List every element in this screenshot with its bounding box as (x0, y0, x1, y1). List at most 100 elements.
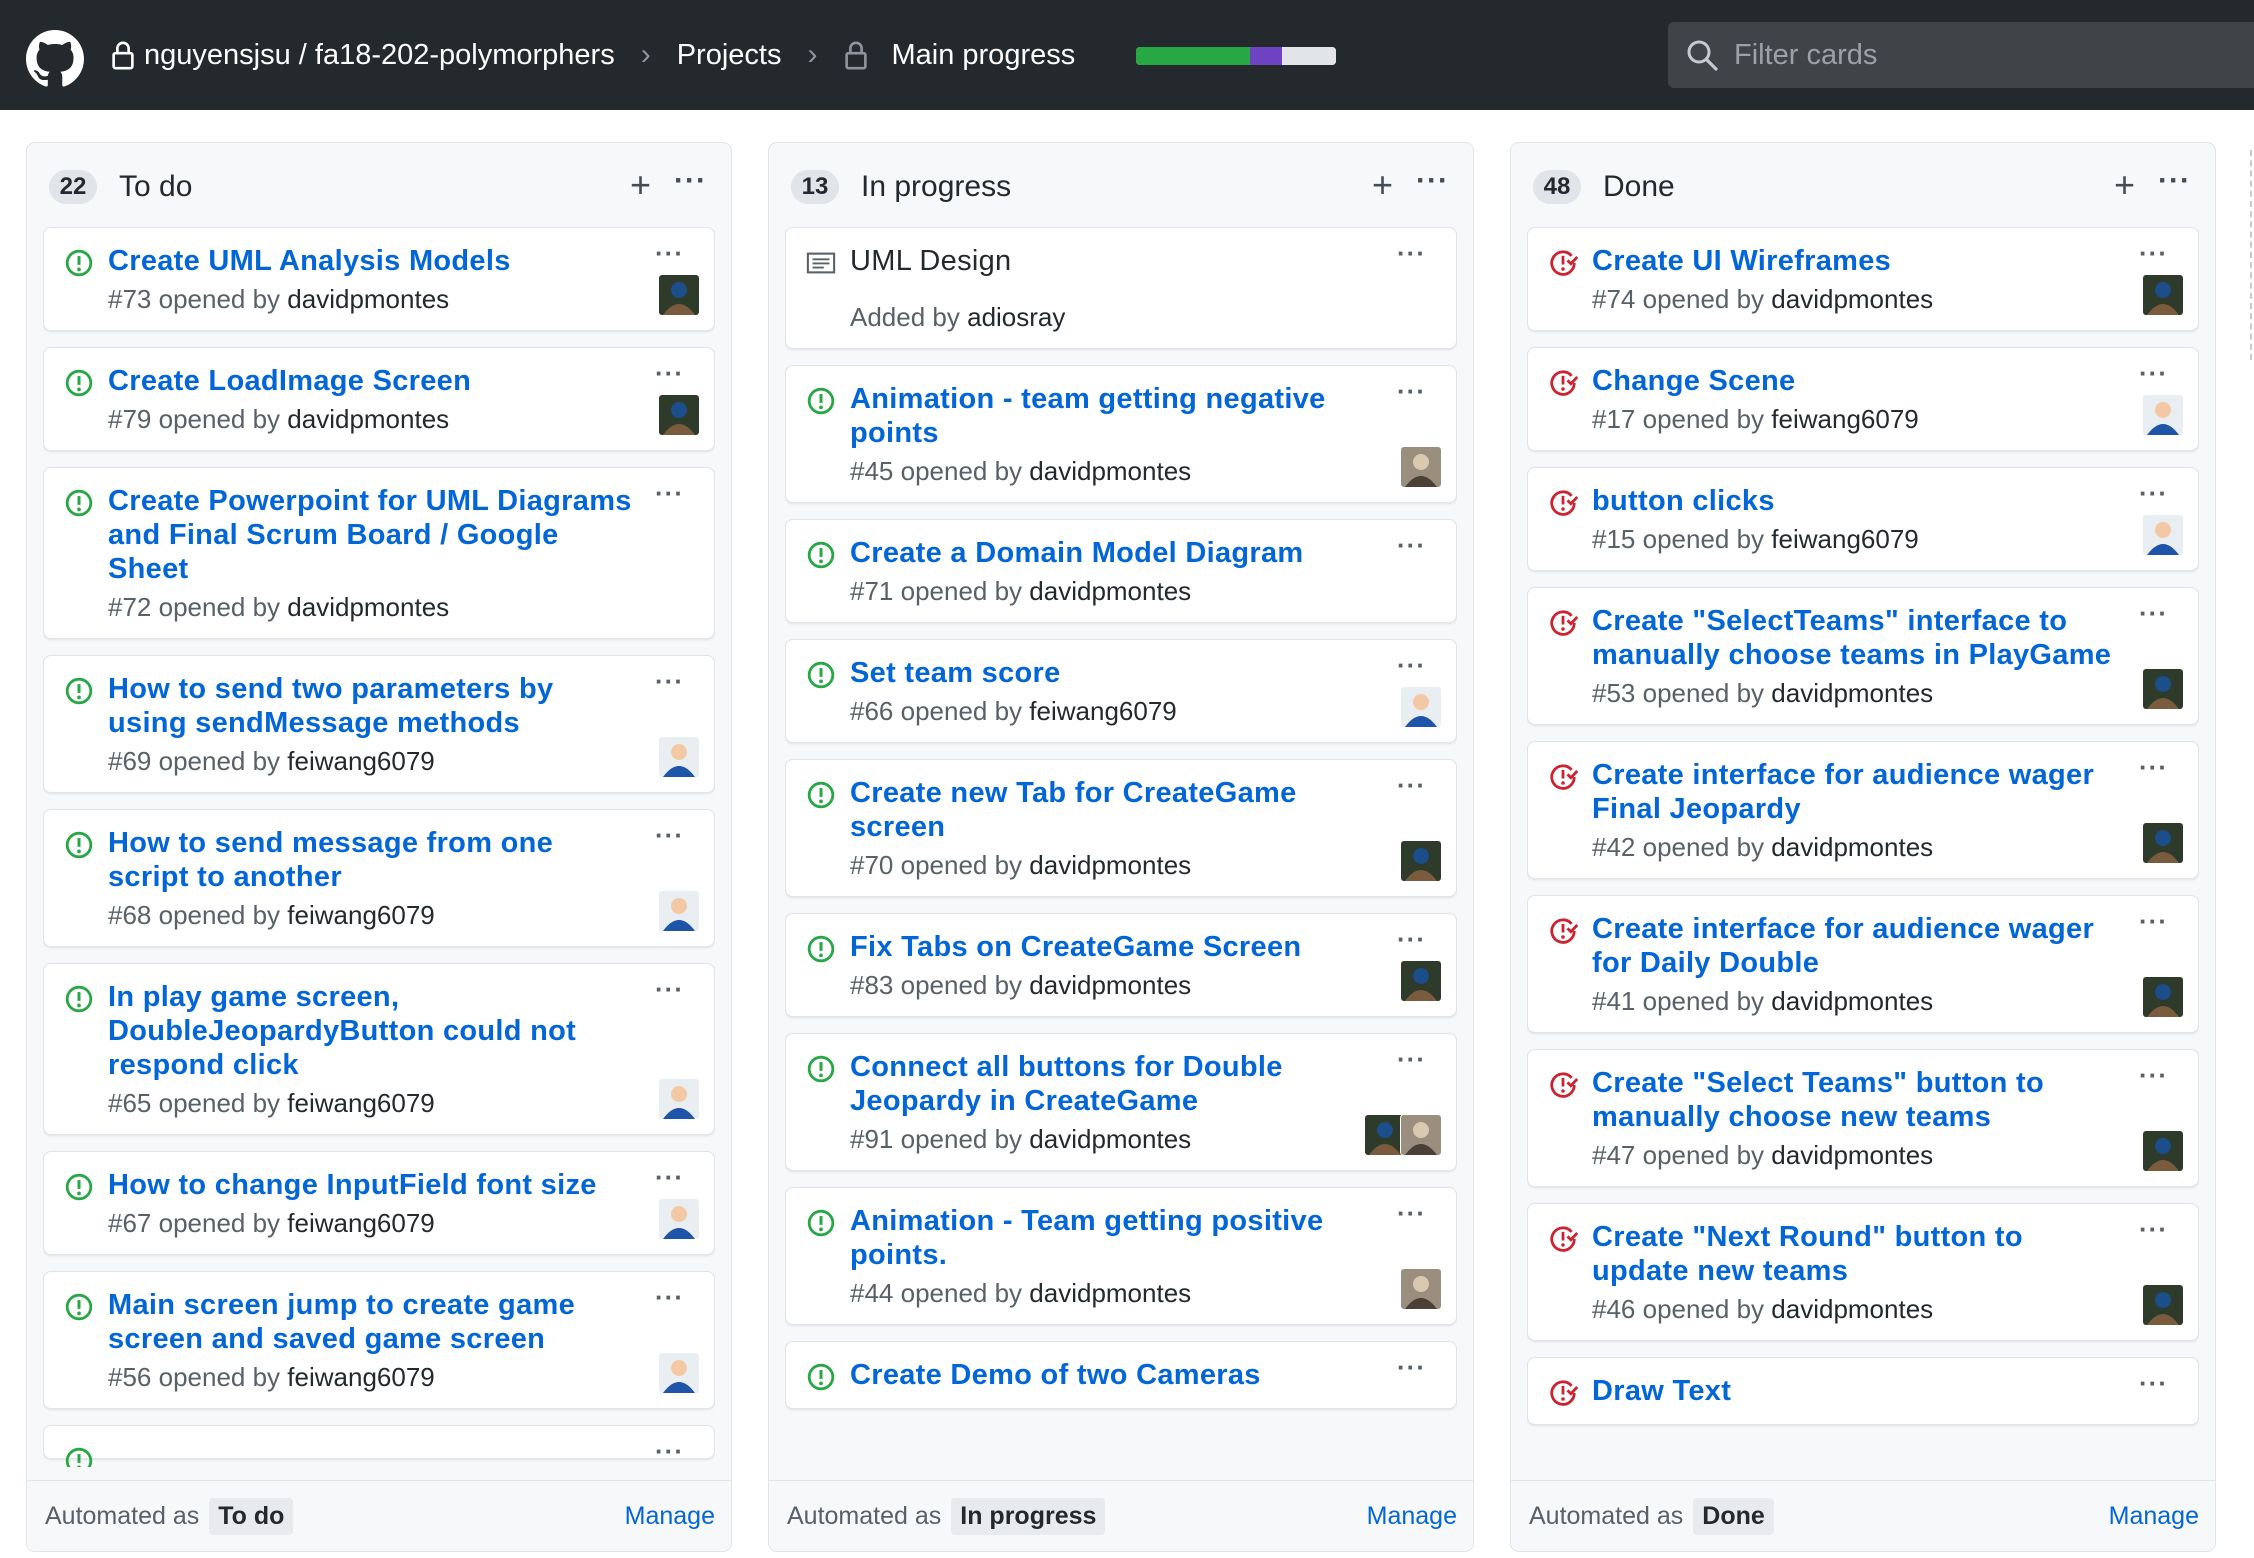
card-menu-icon[interactable]: ··· (655, 238, 684, 269)
manage-automation-link[interactable]: Manage (2109, 1502, 2199, 1531)
card-menu-icon[interactable]: ··· (655, 666, 684, 697)
avatar[interactable] (2142, 394, 2184, 436)
issue-card[interactable]: How to send message from one script to a… (43, 809, 715, 947)
card-title[interactable]: Fix Tabs on CreateGame Screen (850, 930, 1382, 964)
card-author-link[interactable]: davidpmontes (1771, 1140, 1933, 1170)
card-title[interactable]: Create LoadImage Screen (108, 364, 640, 398)
avatar[interactable] (2142, 1130, 2184, 1172)
card-title[interactable]: Create "Next Round" button to update new… (1592, 1220, 2124, 1288)
card-title[interactable]: Change Scene (1592, 364, 2124, 398)
manage-automation-link[interactable]: Manage (625, 1502, 715, 1531)
column-title[interactable]: To do (119, 170, 192, 204)
add-card-icon[interactable]: + (2114, 165, 2135, 205)
avatar[interactable] (658, 736, 700, 778)
issue-card[interactable]: Create UML Analysis Models #73 opened by … (43, 227, 715, 331)
card-author-link[interactable]: davidpmontes (1029, 970, 1191, 1000)
column-menu-icon[interactable]: ··· (674, 161, 707, 201)
avatar[interactable] (658, 890, 700, 932)
column-menu-icon[interactable]: ··· (1416, 161, 1449, 201)
card-author-link[interactable]: feiwang6079 (1771, 524, 1918, 554)
issue-card[interactable]: Set team score #66 opened by feiwang6079 ·… (785, 639, 1457, 743)
card-title[interactable]: Create "Select Teams" button to manually… (1592, 1066, 2124, 1134)
card-menu-icon[interactable]: ··· (1397, 1198, 1426, 1229)
card-author-link[interactable]: davidpmontes (1771, 678, 1933, 708)
issue-card[interactable]: Animation - Team getting positive points… (785, 1187, 1457, 1325)
avatar[interactable] (1400, 960, 1442, 1002)
card-menu-icon[interactable]: ··· (1397, 924, 1426, 955)
card-author-link[interactable]: davidpmontes (1029, 850, 1191, 880)
card-title[interactable]: Main screen jump to create game screen a… (108, 1288, 640, 1356)
issue-card[interactable]: Create interface for audience wager for … (1527, 895, 2199, 1033)
card-author-link[interactable]: davidpmontes (287, 592, 449, 622)
card-menu-icon[interactable]: ··· (2139, 1060, 2168, 1091)
avatar[interactable] (1400, 446, 1442, 488)
card-title[interactable]: How to send two parameters by using send… (108, 672, 640, 740)
filter-cards-input[interactable] (1732, 37, 2216, 73)
card-menu-icon[interactable]: ··· (1397, 1352, 1426, 1383)
filter-cards-box[interactable] (1668, 22, 2254, 88)
avatar[interactable] (2142, 514, 2184, 556)
card-author-link[interactable]: adiosray (967, 302, 1065, 332)
card-menu-icon[interactable]: ··· (2139, 598, 2168, 629)
issue-card[interactable]: Create UI Wireframes #74 opened by davidp… (1527, 227, 2199, 331)
card-menu-icon[interactable]: ··· (655, 1282, 684, 1313)
card-title[interactable]: How to send message from one script to a… (108, 826, 640, 894)
card-menu-icon[interactable]: ··· (655, 358, 684, 389)
issue-card[interactable]: How to send two parameters by using send… (43, 655, 715, 793)
note-card[interactable]: UML Design Added by adiosray ··· (785, 227, 1457, 349)
card-author-link[interactable]: feiwang6079 (1771, 404, 1918, 434)
repo-link[interactable]: nguyensjsu / fa18-202-polymorphers (144, 39, 615, 72)
column-title[interactable]: In progress (861, 170, 1011, 204)
issue-card[interactable]: Main screen jump to create game screen a… (43, 1271, 715, 1409)
add-card-icon[interactable]: + (630, 165, 651, 205)
card-author-link[interactable]: feiwang6079 (287, 1208, 434, 1238)
card-author-link[interactable]: davidpmontes (1029, 1124, 1191, 1154)
column-title[interactable]: Done (1603, 170, 1675, 204)
card-menu-icon[interactable]: ··· (2139, 1214, 2168, 1245)
card-author-link[interactable]: davidpmontes (1029, 1278, 1191, 1308)
avatar[interactable] (658, 394, 700, 436)
column-menu-icon[interactable]: ··· (2158, 161, 2191, 201)
card-menu-icon[interactable]: ··· (2139, 906, 2168, 937)
card-author-link[interactable]: feiwang6079 (287, 1362, 434, 1392)
card-title[interactable]: Create Demo of two Cameras (850, 1358, 1382, 1392)
card-author-link[interactable]: davidpmontes (1771, 986, 1933, 1016)
card-menu-icon[interactable]: ··· (655, 478, 684, 509)
card-author-link[interactable]: davidpmontes (1029, 456, 1191, 486)
avatar[interactable] (2142, 976, 2184, 1018)
issue-card[interactable]: Create Demo of two Cameras ··· (785, 1341, 1457, 1409)
issue-card[interactable]: button clicks #15 opened by feiwang6079 ··… (1527, 467, 2199, 571)
card-author-link[interactable]: davidpmontes (1771, 284, 1933, 314)
issue-card[interactable]: Create interface for audience wager Fina… (1527, 741, 2199, 879)
card-author-link[interactable]: feiwang6079 (1029, 696, 1176, 726)
issue-card[interactable]: ··· (43, 1425, 715, 1467)
card-menu-icon[interactable]: ··· (2139, 752, 2168, 783)
card-title[interactable]: Create "SelectTeams" interface to manual… (1592, 604, 2124, 672)
card-title[interactable]: Create Powerpoint for UML Diagrams and F… (108, 484, 640, 586)
issue-card[interactable]: Create new Tab for CreateGame screen #70 … (785, 759, 1457, 897)
card-menu-icon[interactable]: ··· (655, 974, 684, 1005)
card-author-link[interactable]: davidpmontes (287, 284, 449, 314)
card-title[interactable]: Create interface for audience wager for … (1592, 912, 2124, 980)
issue-card[interactable]: Connect all buttons for Double Jeopardy … (785, 1033, 1457, 1171)
issue-card[interactable]: Create a Domain Model Diagram #71 opened … (785, 519, 1457, 623)
avatar[interactable] (1400, 686, 1442, 728)
issue-card[interactable]: How to change InputField font size #67 op… (43, 1151, 715, 1255)
card-menu-icon[interactable]: ··· (1397, 650, 1426, 681)
card-author-link[interactable]: feiwang6079 (287, 900, 434, 930)
projects-link[interactable]: Projects (677, 39, 782, 72)
avatar[interactable] (1400, 1268, 1442, 1310)
card-title[interactable]: How to change InputField font size (108, 1168, 640, 1202)
card-menu-icon[interactable]: ··· (2139, 1368, 2168, 1399)
card-menu-icon[interactable]: ··· (1397, 530, 1426, 561)
card-title[interactable]: In play game screen, DoubleJeopardyButto… (108, 980, 640, 1082)
card-menu-icon[interactable]: ··· (1397, 238, 1426, 269)
card-title[interactable]: Draw Text (1592, 1374, 2124, 1408)
card-author-link[interactable]: davidpmontes (1771, 1294, 1933, 1324)
avatar[interactable] (2142, 822, 2184, 864)
avatar[interactable] (658, 1198, 700, 1240)
card-title[interactable]: Create interface for audience wager Fina… (1592, 758, 2124, 826)
avatar[interactable] (2142, 1284, 2184, 1326)
card-title[interactable]: Animation - Team getting positive points… (850, 1204, 1382, 1272)
card-title[interactable]: Create a Domain Model Diagram (850, 536, 1382, 570)
